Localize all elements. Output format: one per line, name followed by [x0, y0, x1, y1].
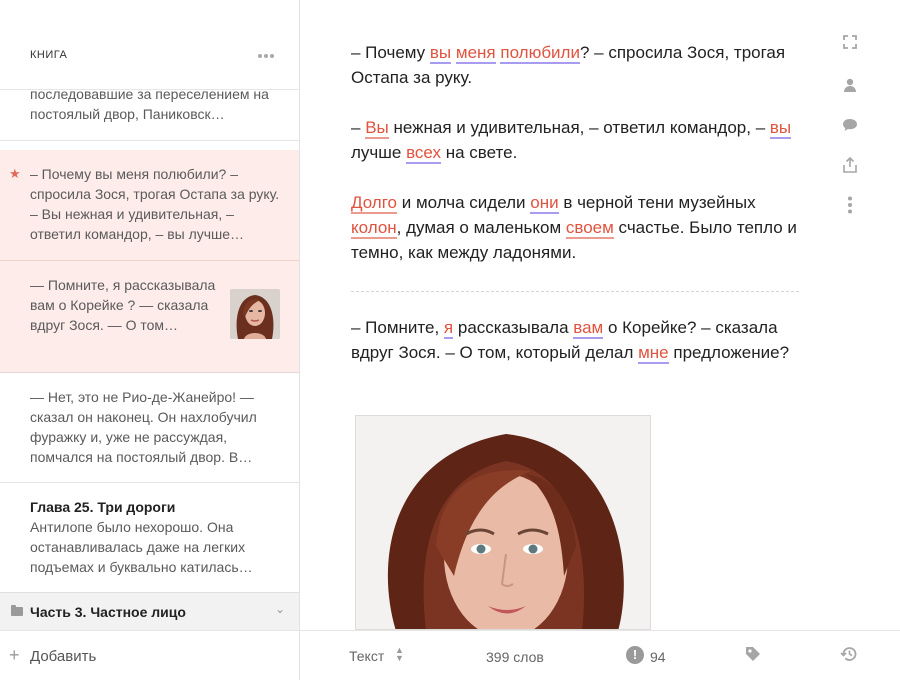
status-bar: Текст ▲ ▼ 399 слов ! 94	[300, 630, 900, 680]
word-count: 399 слов	[486, 649, 544, 665]
note-item-selected[interactable]: ★ – Почему вы меня полюбили? – спросила …	[0, 150, 299, 261]
star-icon[interactable]: ★	[9, 166, 21, 182]
note-thumbnail	[230, 289, 280, 339]
add-button[interactable]: Добавить	[30, 648, 96, 665]
flagged-word[interactable]: я	[443, 318, 454, 339]
flagged-word[interactable]: Долго	[351, 193, 397, 214]
flagged-word[interactable]: вам	[573, 318, 604, 339]
note-snippet: – Почему вы меня полюбили? – спросила Зо…	[30, 166, 280, 242]
flagged-word[interactable]: меня	[455, 43, 496, 64]
mode-select[interactable]: Текст	[349, 648, 384, 664]
person-icon[interactable]	[836, 73, 864, 97]
chapter-title: Глава 25. Три дороги	[30, 499, 176, 515]
flagged-word[interactable]: вы	[769, 118, 792, 139]
plus-icon[interactable]: +	[9, 645, 20, 665]
note-snippet: последовавшие за переселением на постоял…	[30, 90, 269, 122]
sidebar-title: КНИГА	[30, 49, 68, 61]
warning-count[interactable]: 94	[650, 649, 666, 665]
flagged-word[interactable]: они	[530, 193, 559, 214]
flagged-word[interactable]: своем	[565, 218, 614, 239]
updown-icon[interactable]: ▲ ▼	[395, 646, 404, 663]
flagged-word[interactable]: всех	[406, 143, 442, 164]
note-item[interactable]: последовавшие за переселением на постоял…	[0, 90, 299, 141]
paragraph: Долго и молча сидели они в черной тени м…	[351, 193, 797, 262]
note-snippet: — Нет, это не Рио-де-Жанейро! — сказал о…	[30, 389, 257, 465]
comment-icon[interactable]	[836, 113, 864, 137]
part-label: Часть 3. Частное лицо	[30, 604, 186, 620]
sidebar: последовавшие за переселением на постоял…	[0, 0, 300, 680]
notes-list[interactable]: последовавшие за переселением на постоял…	[0, 90, 299, 630]
fullscreen-icon[interactable]	[836, 30, 864, 54]
note-item[interactable]: — Помните, я рассказывала вам о Корейке …	[0, 261, 299, 373]
section-divider	[351, 291, 799, 292]
history-icon[interactable]	[840, 645, 858, 668]
flagged-word[interactable]: вы	[429, 43, 452, 64]
note-item[interactable]: — Нет, это не Рио-де-Жанейро! — сказал о…	[0, 373, 299, 483]
editor-text[interactable]: – Почему вы меня полюбили? – спросила Зо…	[351, 40, 801, 390]
chevron-down-icon[interactable]: ⌄	[275, 602, 285, 616]
part-row[interactable]: Часть 3. Частное лицо ⌄	[0, 592, 299, 630]
flagged-word[interactable]: полюбили	[500, 43, 580, 64]
flagged-word[interactable]: мне	[638, 343, 669, 364]
flagged-word[interactable]: колон	[351, 218, 397, 239]
share-icon[interactable]	[836, 153, 864, 177]
sidebar-footer: + Добавить	[0, 630, 299, 680]
warning-icon[interactable]: !	[626, 646, 644, 664]
paragraph: – Помните, я рассказывала вам о Корейке?…	[351, 318, 790, 364]
vertical-more-icon[interactable]	[836, 193, 864, 217]
tag-icon[interactable]	[744, 645, 762, 668]
note-snippet: — Помните, я рассказывала вам о Корейке …	[30, 277, 216, 333]
paragraph: – Вы нежная и удивительная, – ответил ко…	[351, 118, 792, 164]
sidebar-header: КНИГА	[0, 0, 299, 90]
more-icon[interactable]	[256, 46, 276, 66]
chapter-snippet: Антилопе было нехорошо. Она останавливал…	[30, 519, 253, 575]
paragraph: – Почему вы меня полюбили? – спросила Зо…	[351, 43, 786, 87]
folder-icon	[11, 605, 23, 616]
embedded-image[interactable]	[355, 415, 651, 630]
flagged-word[interactable]: Вы	[365, 118, 389, 139]
chapter-item[interactable]: Глава 25. Три дороги Антилопе было нехор…	[0, 483, 299, 592]
